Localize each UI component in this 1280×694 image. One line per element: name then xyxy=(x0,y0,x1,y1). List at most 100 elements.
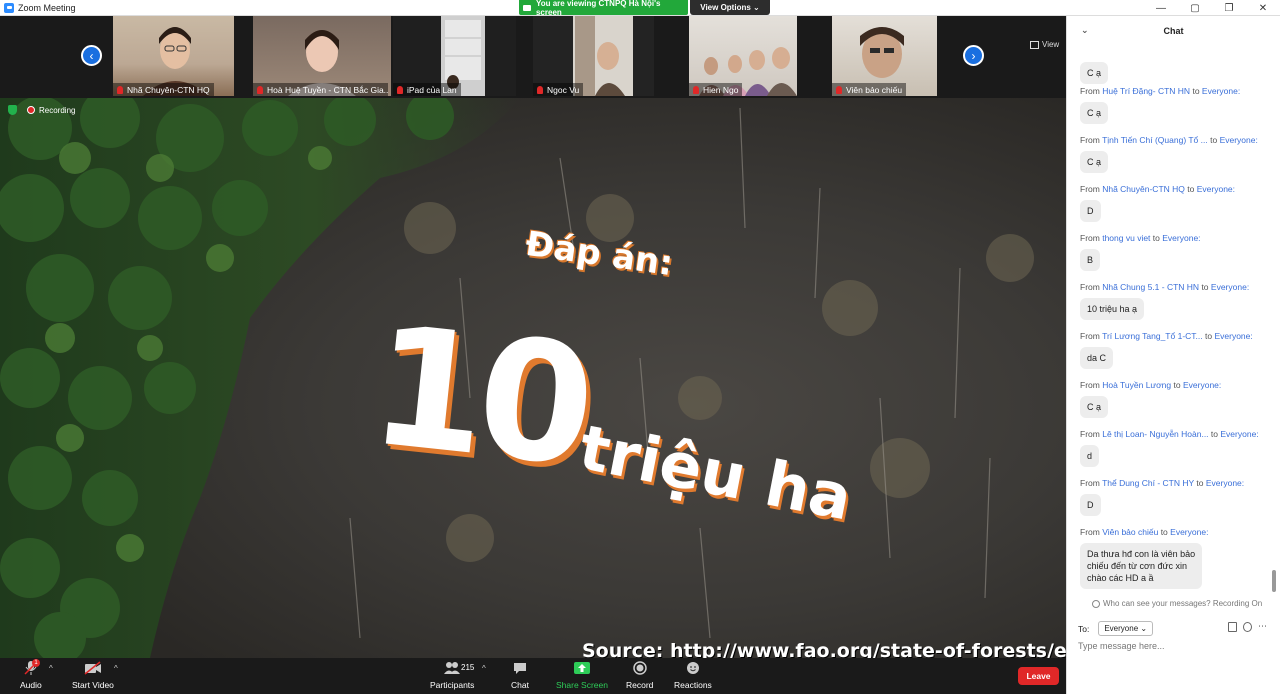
close-button[interactable]: ✕ xyxy=(1246,0,1280,16)
message-recipient[interactable]: Everyone: xyxy=(1202,86,1240,96)
chat-message: From Hoà Tuyền Lương to Everyone: C ạ xyxy=(1080,380,1221,418)
message-text[interactable]: C ạ xyxy=(1080,151,1109,173)
chat-message: From Thể Dung Chí - CTN HY to Everyone: D xyxy=(1080,478,1244,516)
video-tile[interactable]: Hien Ngo xyxy=(689,16,797,96)
message-sender[interactable]: Trí Lương Tang_Tổ 1-CT... xyxy=(1102,331,1203,341)
message-recipient[interactable]: Everyone: xyxy=(1162,233,1200,243)
message-recipient[interactable]: Everyone: xyxy=(1211,282,1249,292)
mic-muted-icon xyxy=(537,85,543,94)
message-text[interactable]: D xyxy=(1080,200,1101,222)
message-sender[interactable]: Viên bảo chiếu xyxy=(1102,527,1158,537)
message-text[interactable]: da C xyxy=(1080,347,1114,369)
to-word: to xyxy=(1152,233,1160,243)
message-meta: From Lê thị Loan- Nguyễn Hoàn... to Ever… xyxy=(1080,429,1259,439)
message-meta: From Viên bảo chiếu to Everyone: xyxy=(1080,527,1208,537)
viewing-text: You are viewing CTNPQ Hà Nội's screen xyxy=(535,0,661,17)
minimize-button[interactable]: — xyxy=(1144,0,1178,16)
zoom-app: Zoom Meeting — ▢ ❐ ✕ You are viewing CTN… xyxy=(0,0,1280,694)
record-icon xyxy=(631,660,649,676)
emoji-icon xyxy=(684,660,702,676)
next-page-button[interactable]: › xyxy=(963,45,984,66)
leave-button[interactable]: Leave xyxy=(1018,667,1059,685)
collapse-chevron-icon[interactable]: ⌄ xyxy=(1081,25,1089,36)
record-button[interactable]: Record xyxy=(626,660,653,690)
view-options-button[interactable]: View Options ⌄ xyxy=(690,0,770,15)
file-icon[interactable] xyxy=(1228,622,1237,632)
message-meta: From Nhã Chuyên-CTN HQ to Everyone: xyxy=(1080,184,1235,194)
message-sender[interactable]: thong vu viet xyxy=(1102,233,1150,243)
message-sender[interactable]: Nhã Chuyên-CTN HQ xyxy=(1102,184,1185,194)
chat-message-list[interactable]: C ạ From Huệ Trí Đặng- CTN HN to Everyon… xyxy=(1067,46,1280,599)
message-recipient[interactable]: Everyone: xyxy=(1170,527,1208,537)
video-options-caret[interactable]: ^ xyxy=(114,664,118,673)
message-sender[interactable]: Huệ Trí Đặng- CTN HN xyxy=(1102,86,1190,96)
message-meta: From thong vu viet to Everyone: xyxy=(1080,233,1201,243)
video-tile[interactable]: Ngoc Vu xyxy=(533,16,654,96)
message-text[interactable]: B xyxy=(1080,249,1101,271)
reactions-button[interactable]: Reactions xyxy=(674,660,712,690)
mic-muted-icon xyxy=(257,85,263,94)
chat-header: ⌄ Chat xyxy=(1067,16,1280,46)
participant-name: Hoà Huệ Tuyền - CTN Bắc Gia... xyxy=(253,83,388,96)
message-meta: From Thể Dung Chí - CTN HY to Everyone: xyxy=(1080,478,1244,488)
viewing-banner: You are viewing CTNPQ Hà Nội's screen xyxy=(519,0,688,17)
message-sender[interactable]: Thể Dung Chí - CTN HY xyxy=(1102,478,1194,488)
recipient-dropdown[interactable]: Everyone ⌄ xyxy=(1098,621,1154,636)
emoji-picker-icon[interactable] xyxy=(1243,622,1252,632)
chat-button[interactable]: Chat xyxy=(511,660,529,690)
recording-dot-icon xyxy=(27,106,35,114)
message-recipient[interactable]: Everyone: xyxy=(1214,331,1252,341)
maximize-button[interactable]: ▢ xyxy=(1178,0,1212,16)
chat-panel: ⌄ Chat C ạ From Huệ Trí Đặng- CTN HN to … xyxy=(1066,16,1280,694)
recording-indicator[interactable]: Recording xyxy=(8,105,75,115)
prev-page-button[interactable]: ‹ xyxy=(81,45,102,66)
message-sender[interactable]: Nhã Chung 5.1 - CTN HN xyxy=(1102,282,1199,292)
chat-message: From Tịnh Tiến Chí (Quang) Tổ ... to Eve… xyxy=(1080,135,1258,173)
message-recipient[interactable]: Everyone: xyxy=(1183,380,1221,390)
video-tile[interactable]: Hoà Huệ Tuyền - CTN Bắc Gia... xyxy=(253,16,391,96)
video-tile[interactable]: iPad của Lan xyxy=(393,16,516,96)
message-recipient[interactable]: Everyone: xyxy=(1220,429,1258,439)
to-word: to xyxy=(1192,86,1200,96)
from-word: From xyxy=(1080,478,1100,488)
message-recipient[interactable]: Everyone: xyxy=(1206,478,1244,488)
who-can-see-link[interactable]: Who can see your messages? Recording On xyxy=(1092,599,1262,608)
message-text[interactable]: d xyxy=(1080,445,1100,467)
audio-options-caret[interactable]: ^ xyxy=(49,664,53,673)
message-recipient[interactable]: Everyone: xyxy=(1197,184,1235,194)
video-tile[interactable]: Nhã Chuyên-CTN HQ xyxy=(113,16,234,96)
chat-actions: ⋯ xyxy=(1228,622,1267,632)
message-text[interactable]: D xyxy=(1080,494,1101,516)
message-text[interactable]: C ạ xyxy=(1080,102,1109,124)
message-sender[interactable]: Lê thị Loan- Nguyễn Hoàn... xyxy=(1102,429,1208,439)
chat-scrollbar[interactable] xyxy=(1272,570,1276,592)
mic-muted-icon xyxy=(693,85,699,94)
view-button[interactable]: View xyxy=(1030,40,1059,49)
to-word: to xyxy=(1187,184,1195,194)
participant-name-text: Hien Ngo xyxy=(703,84,739,95)
message-text[interactable]: 10 triệu ha ạ xyxy=(1080,298,1145,320)
participants-caret[interactable]: ^ xyxy=(482,664,486,673)
message-meta: From Nhã Chung 5.1 - CTN HN to Everyone: xyxy=(1080,282,1249,292)
participants-label: Participants xyxy=(430,680,475,690)
message-sender[interactable]: Tịnh Tiến Chí (Quang) Tổ ... xyxy=(1102,135,1208,145)
from-word: From xyxy=(1080,380,1100,390)
message-text[interactable]: Da thưa hđ con là viên bảo chiếu đến từ … xyxy=(1080,543,1203,589)
chat-input[interactable]: Type message here... xyxy=(1078,641,1165,651)
chat-message: From Nhã Chung 5.1 - CTN HN to Everyone:… xyxy=(1080,282,1249,320)
message-sender[interactable]: Hoà Tuyền Lương xyxy=(1102,380,1171,390)
zoom-logo-icon xyxy=(4,2,14,13)
message-text[interactable]: C ạ xyxy=(1080,62,1109,84)
slide-source: Source: http://www.fao.org/state-of-fore… xyxy=(582,640,1066,658)
message-text[interactable]: C ạ xyxy=(1080,396,1109,418)
share-screen-button[interactable]: Share Screen xyxy=(556,660,608,690)
start-video-button[interactable]: Start Video xyxy=(72,660,114,690)
recording-label: Recording xyxy=(39,105,76,115)
message-meta: From Huệ Trí Đặng- CTN HN to Everyone: xyxy=(1080,86,1240,96)
more-options-icon[interactable]: ⋯ xyxy=(1258,622,1267,632)
video-tile[interactable]: Viên bảo chiếu xyxy=(832,16,937,96)
message-recipient[interactable]: Everyone: xyxy=(1220,135,1258,145)
participants-count: 215 xyxy=(461,663,475,672)
restore-button[interactable]: ❐ xyxy=(1212,0,1246,16)
message-meta: From Hoà Tuyền Lương to Everyone: xyxy=(1080,380,1221,390)
